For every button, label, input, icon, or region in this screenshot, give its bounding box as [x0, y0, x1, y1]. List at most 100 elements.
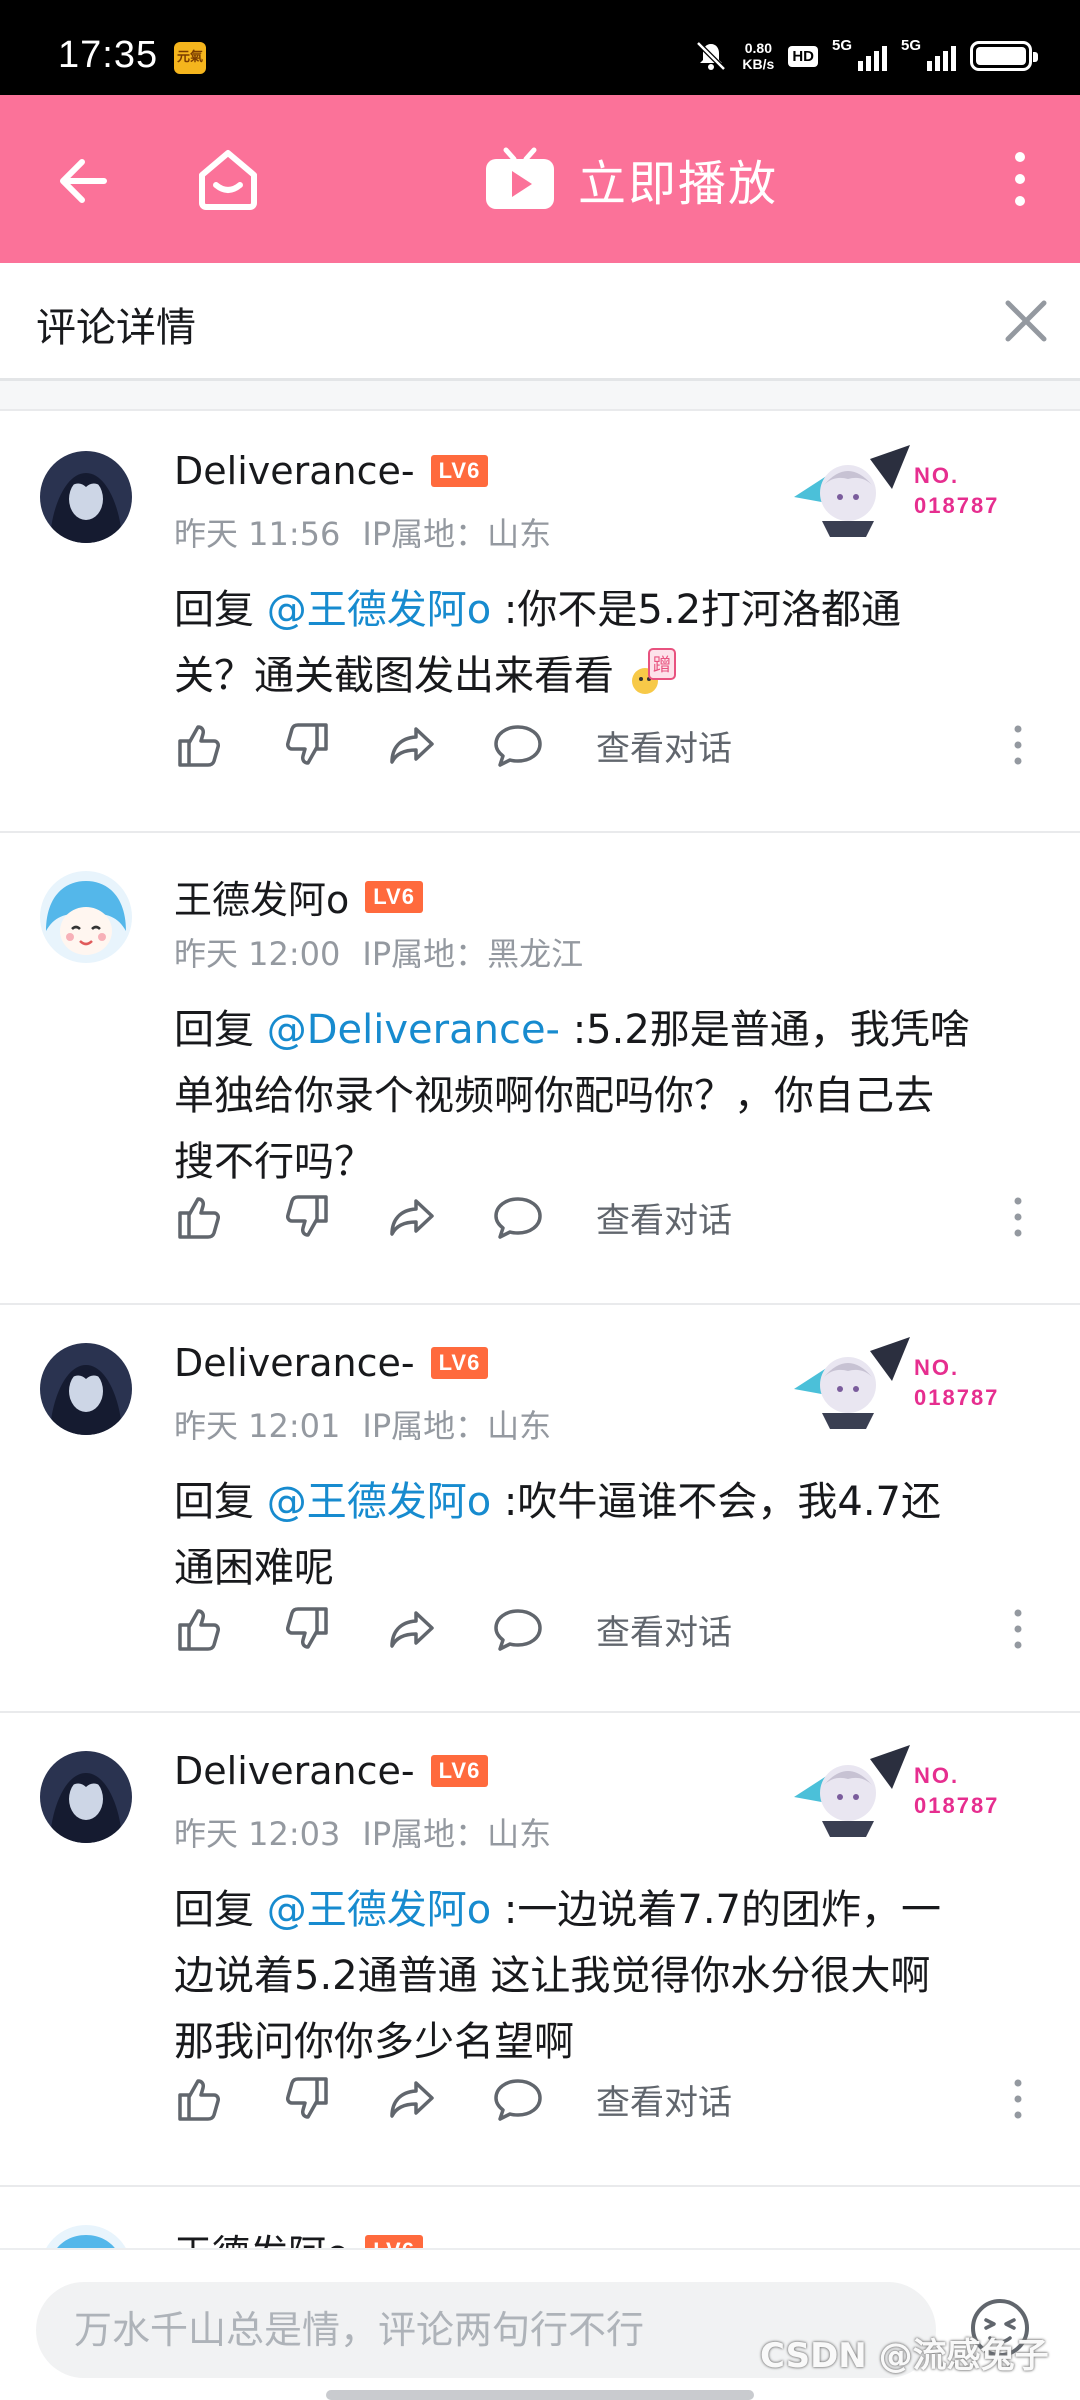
comment-list-viewport: Deliverance- LV6 昨天 11:56 IP属地：山东 NO. 0187…	[0, 413, 1080, 2253]
avatar[interactable]	[40, 451, 132, 543]
username-text: Deliverance-	[174, 1749, 415, 1793]
view-dialog-link[interactable]: 查看对话	[596, 721, 732, 770]
fan-badge-id: 018787	[914, 1385, 1000, 1410]
status-bar: 17:35 元氣 0.80 KB/s HD 5G 5G	[0, 0, 1080, 95]
comment-line: 关？通关截图发出来看看 蹭	[174, 643, 1054, 709]
view-dialog-link[interactable]: 查看对话	[596, 1605, 732, 1654]
avatar[interactable]	[40, 1751, 132, 1843]
avatar[interactable]	[40, 1343, 132, 1435]
fan-badge[interactable]: NO. 018787	[790, 1743, 1010, 1843]
share-icon[interactable]	[386, 719, 438, 771]
comment-time: 昨天 12:01	[174, 1407, 341, 1445]
comment-line: 回复 @王德发阿o :你不是5.2打河洛都通	[174, 587, 902, 633]
comment-bubble-icon[interactable]	[492, 1191, 544, 1243]
ip-location: IP属地：山东	[362, 1815, 552, 1853]
comment-time: 昨天 12:03	[174, 1815, 341, 1853]
play-now-label: 立即播放	[578, 156, 779, 212]
like-icon[interactable]	[174, 1191, 226, 1243]
watermark: CSDN @流感兔子	[760, 2336, 1049, 2376]
dislike-icon[interactable]	[280, 719, 332, 771]
status-time: 17:35	[58, 34, 159, 76]
comment-actions: 查看对话	[174, 1187, 732, 1247]
home-indicator[interactable]	[326, 2390, 754, 2400]
more-vertical-icon[interactable]	[1012, 2077, 1024, 2121]
reply-prefix: 回复	[174, 1887, 254, 1933]
comment-line: 回复 @王德发阿o :一边说着7.7的团炸，一	[174, 1877, 1054, 1943]
comment-line: 通困难呢	[174, 1535, 1054, 1601]
dislike-icon[interactable]	[280, 1603, 332, 1655]
comment-line: 回复 @王德发阿o :吹牛逼谁不会，我4.7还	[174, 1469, 1054, 1535]
avatar[interactable]	[40, 871, 132, 963]
hd-voice-icon: HD	[788, 45, 818, 67]
ip-location: IP属地：山东	[362, 1407, 552, 1445]
mention-link[interactable]: @王德发阿o	[267, 587, 491, 633]
ip-location: IP属地：山东	[362, 515, 552, 553]
comment-line-text: 关？通关截图发出来看看	[174, 653, 614, 699]
username[interactable]: Deliverance- LV6	[174, 1341, 489, 1385]
fan-badge[interactable]: NO. 018787	[790, 1335, 1010, 1435]
sim2-network-type: 5G	[901, 37, 922, 54]
more-options-icon[interactable]	[1000, 147, 1040, 211]
comment-text: 回复 @王德发阿o :你不是5.2打河洛都通 关？通关截图发出来看看 蹭	[174, 577, 1054, 709]
fan-badge-no: NO.	[914, 463, 960, 488]
fan-badge[interactable]: NO. 018787	[790, 443, 1010, 543]
comment-item: 王德发阿o LV6 昨天 12:00 IP属地：黑龙江 回复 @Deliveran…	[0, 833, 1080, 1305]
comment-meta: 昨天 12:03 IP属地：山东	[174, 1809, 573, 1855]
mention-link[interactable]: @Deliverance-	[267, 1007, 560, 1053]
comment-line-text: :5.2那是普通，我凭啥	[572, 1007, 970, 1053]
comment-item: Deliverance- LV6 昨天 11:56 IP属地：山东 NO. 0187…	[0, 413, 1080, 833]
share-icon[interactable]	[386, 1191, 438, 1243]
more-vertical-icon[interactable]	[1012, 723, 1024, 767]
reply-prefix: 回复	[174, 1007, 254, 1053]
comment-line: 回复 @Deliverance- :5.2那是普通，我凭啥	[174, 997, 1054, 1063]
username[interactable]: Deliverance- LV6	[174, 1749, 489, 1793]
comment-input-bar: 万水千山总是情，评论两句行不行 CSDN @流感兔子	[0, 2248, 1080, 2400]
page-title: 评论详情	[36, 305, 196, 351]
comment-line: 搜不行吗？	[174, 1129, 1054, 1195]
share-icon[interactable]	[386, 2073, 438, 2125]
view-dialog-link[interactable]: 查看对话	[596, 1193, 732, 1242]
like-icon[interactable]	[174, 1603, 226, 1655]
tv-play-icon	[486, 147, 554, 209]
comment-bubble-icon[interactable]	[492, 719, 544, 771]
share-icon[interactable]	[386, 1603, 438, 1655]
dislike-icon[interactable]	[280, 2073, 332, 2125]
comment-line-text: :一边说着7.7的团炸，一	[503, 1887, 942, 1933]
username[interactable]: 王德发阿o LV6	[174, 869, 423, 924]
view-dialog-link[interactable]: 查看对话	[596, 2075, 732, 2124]
comment-line-text: 你不是5.2打河洛都通	[517, 587, 902, 633]
dislike-icon[interactable]	[280, 1191, 332, 1243]
play-now-button[interactable]: 立即播放	[484, 139, 778, 219]
fan-badge-no: NO.	[914, 1355, 960, 1380]
network-speed: 0.80 KB/s	[742, 40, 774, 72]
close-icon[interactable]	[998, 293, 1054, 349]
comment-actions: 查看对话	[174, 1599, 732, 1659]
signal-sim1-icon: 5G	[832, 37, 887, 71]
like-icon[interactable]	[174, 719, 226, 771]
app-notification-icon: 元氣	[174, 42, 206, 74]
comment-text: 回复 @王德发阿o :一边说着7.7的团炸，一 边说着5.2通普通 这让我觉得你…	[174, 1877, 1054, 2075]
mention-link[interactable]: @王德发阿o	[267, 1887, 491, 1933]
comment-actions: 查看对话	[174, 715, 732, 775]
comment-item: Deliverance- LV6 昨天 12:03 IP属地：山东 NO. 0187…	[0, 1713, 1080, 2187]
username[interactable]: Deliverance- LV6	[174, 449, 489, 493]
comment-line-text: :吹牛逼谁不会，我4.7还	[503, 1479, 942, 1525]
section-divider	[0, 381, 1080, 411]
battery-icon	[970, 41, 1038, 71]
comment-actions: 查看对话	[174, 2069, 732, 2129]
comment-bubble-icon[interactable]	[492, 1603, 544, 1655]
more-vertical-icon[interactable]	[1012, 1195, 1024, 1239]
mention-link[interactable]: @王德发阿o	[267, 1479, 491, 1525]
level-badge: LV6	[430, 1755, 489, 1787]
fan-badge-id: 018787	[914, 493, 1000, 518]
more-vertical-icon[interactable]	[1012, 1607, 1024, 1651]
level-badge: LV6	[430, 1347, 489, 1379]
home-icon[interactable]	[192, 143, 264, 215]
comment-text: 回复 @王德发阿o :吹牛逼谁不会，我4.7还 通困难呢	[174, 1469, 1054, 1601]
back-arrow-icon[interactable]	[52, 149, 116, 213]
ip-location: IP属地：黑龙江	[362, 935, 584, 973]
comment-time: 昨天 11:56	[174, 515, 341, 553]
comment-item: 王德发阿o LV6	[0, 2187, 1080, 2253]
comment-bubble-icon[interactable]	[492, 2073, 544, 2125]
like-icon[interactable]	[174, 2073, 226, 2125]
